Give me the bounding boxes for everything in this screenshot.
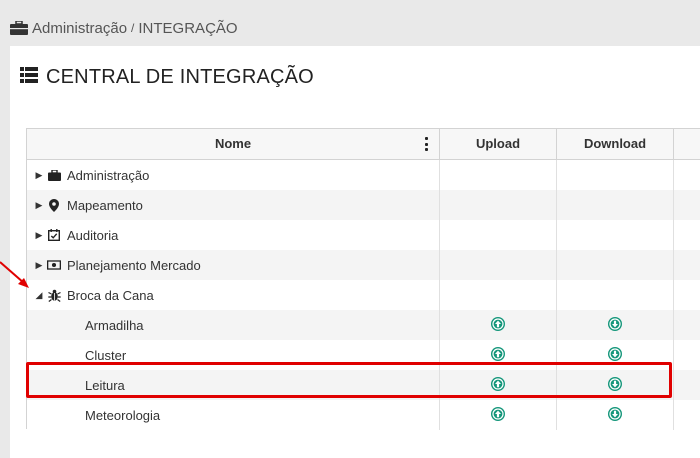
tree-row-mapeamento[interactable]: ▶ Mapeamento xyxy=(27,190,700,220)
row-label: Broca da Cana xyxy=(67,287,154,303)
briefcase-icon xyxy=(47,168,61,182)
breadcrumb-current: INTEGRAÇÃO xyxy=(138,19,238,37)
highlight-box xyxy=(26,362,672,398)
row-label: Auditoria xyxy=(67,227,119,243)
tree-row-auditoria[interactable]: ▶ Auditoria xyxy=(27,220,700,250)
upload-circle-icon[interactable] xyxy=(491,316,505,334)
list-icon xyxy=(20,66,38,89)
expand-arrow-icon[interactable]: ▶ xyxy=(33,200,45,211)
map-marker-icon xyxy=(47,198,61,212)
briefcase-icon xyxy=(10,21,28,35)
bug-icon xyxy=(47,288,61,302)
tree-row-meteorologia[interactable]: Meteorologia xyxy=(27,400,700,430)
breadcrumb-root-link[interactable]: Administração xyxy=(32,20,127,37)
download-circle-icon[interactable] xyxy=(608,346,622,364)
page-title: CENTRAL DE INTEGRAÇÃO xyxy=(20,66,314,89)
download-circle-icon[interactable] xyxy=(608,406,622,424)
row-label: Cluster xyxy=(85,347,127,363)
upload-circle-icon[interactable] xyxy=(491,346,505,364)
column-header-name[interactable]: Nome xyxy=(27,129,440,159)
money-bill-icon xyxy=(47,258,61,272)
column-header-upload[interactable]: Upload xyxy=(440,129,557,159)
expand-arrow-icon[interactable]: ▶ xyxy=(33,230,45,241)
row-label: Armadilha xyxy=(85,317,144,333)
annotation-arrow xyxy=(0,261,29,288)
download-circle-icon[interactable] xyxy=(608,316,622,334)
tree-row-planejamento-mercado[interactable]: ▶ Planejamento Mercado xyxy=(27,250,700,280)
tree-row-broca-da-cana[interactable]: ◢ Broca da Cana xyxy=(27,280,700,310)
page-title-text: CENTRAL DE INTEGRAÇÃO xyxy=(46,66,314,88)
grid-header: Nome Upload Download xyxy=(27,129,700,160)
row-label: Administração xyxy=(67,167,150,183)
expand-arrow-icon[interactable]: ▶ xyxy=(33,170,45,181)
tree-row-administracao[interactable]: ▶ Administração xyxy=(27,160,700,190)
row-label: Planejamento Mercado xyxy=(67,257,201,273)
breadcrumb: Administração / INTEGRAÇÃO xyxy=(10,18,238,38)
calendar-check-icon xyxy=(47,228,61,242)
row-label: Mapeamento xyxy=(67,197,143,213)
column-header-download[interactable]: Download xyxy=(557,129,674,159)
row-label: Meteorologia xyxy=(85,407,161,423)
breadcrumb-separator: / xyxy=(131,21,135,35)
column-menu-icon[interactable] xyxy=(424,137,428,151)
upload-circle-icon[interactable] xyxy=(491,406,505,424)
tree-row-armadilha[interactable]: Armadilha xyxy=(27,310,700,340)
